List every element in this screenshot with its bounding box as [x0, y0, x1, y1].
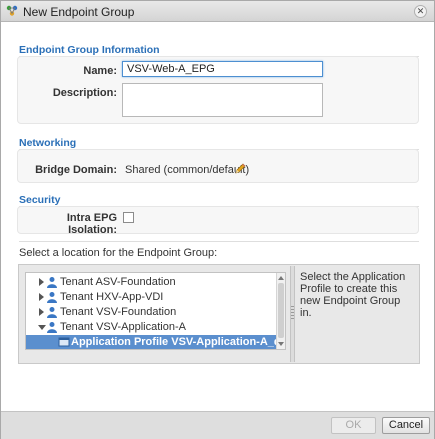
divider [19, 241, 419, 242]
intra-epg-isolation-label: Intra EPG Isolation: [66, 212, 117, 236]
dialog-title: New Endpoint Group [23, 5, 135, 19]
location-tree: Tenant ASV-Foundation Tenant HXV-App-VDI… [25, 272, 286, 350]
description-label: Description: [52, 87, 117, 99]
bridge-domain-value: Shared (common/default) [125, 164, 250, 176]
tree-item-tenant-expanded[interactable]: Tenant VSV-Application-A [26, 320, 276, 335]
expand-arrow-icon[interactable] [39, 293, 44, 301]
pencil-edit-icon[interactable] [233, 162, 247, 176]
app-profile-icon [58, 337, 70, 347]
section-heading-info: Endpoint Group Information [19, 44, 160, 56]
bridge-domain-label: Bridge Domain: [35, 164, 117, 176]
tree-item-label: Application Profile VSV-Application-A_de… [71, 336, 285, 348]
endpoint-group-icon [6, 5, 18, 16]
tree-item-label: Tenant ASV-Foundation [60, 276, 176, 288]
section-heading-security: Security [19, 194, 61, 206]
expand-arrow-icon[interactable] [39, 308, 44, 316]
cancel-button[interactable]: Cancel [382, 417, 430, 434]
scroll-up-icon[interactable] [278, 276, 284, 280]
scrollbar-thumb[interactable] [278, 283, 284, 338]
location-label: Select a location for the Endpoint Group… [19, 247, 218, 259]
tree-item-label: Tenant VSV-Application-A [60, 321, 186, 333]
collapse-arrow-icon[interactable] [38, 325, 46, 330]
tree-item-tenant[interactable]: Tenant HXV-App-VDI [26, 290, 276, 305]
new-endpoint-group-dialog: New Endpoint Group ✕ Endpoint Group Info… [0, 0, 435, 439]
name-input[interactable] [122, 61, 323, 77]
scroll-down-icon[interactable] [278, 342, 284, 346]
intra-epg-isolation-checkbox[interactable] [123, 212, 134, 223]
tree-item-tenant[interactable]: Tenant VSV-Foundation [26, 305, 276, 320]
pane-splitter[interactable] [290, 266, 295, 362]
tree-item-label: Tenant HXV-App-VDI [60, 291, 164, 303]
expand-arrow-icon[interactable] [39, 278, 44, 286]
ok-button[interactable]: OK [331, 417, 376, 434]
tree-item-tenant[interactable]: Tenant ASV-Foundation [26, 275, 276, 290]
tenant-icon [47, 307, 57, 318]
close-icon[interactable]: ✕ [414, 5, 427, 18]
tenant-icon [47, 322, 57, 333]
name-label: Name: [83, 65, 117, 77]
tree-scrollbar[interactable] [276, 273, 285, 349]
location-help-text: Select the Application Profile to create… [300, 271, 406, 319]
tree-item-label: Tenant VSV-Foundation [60, 306, 177, 318]
dialog-titlebar: New Endpoint Group ✕ [1, 1, 434, 22]
description-input[interactable] [122, 83, 323, 117]
tree-item-application-profile[interactable]: Application Profile VSV-Application-A_de… [26, 335, 285, 349]
splitter-grip-icon[interactable] [291, 306, 294, 320]
tenant-icon [47, 277, 57, 288]
section-heading-networking: Networking [19, 137, 77, 149]
tenant-icon [47, 292, 57, 303]
